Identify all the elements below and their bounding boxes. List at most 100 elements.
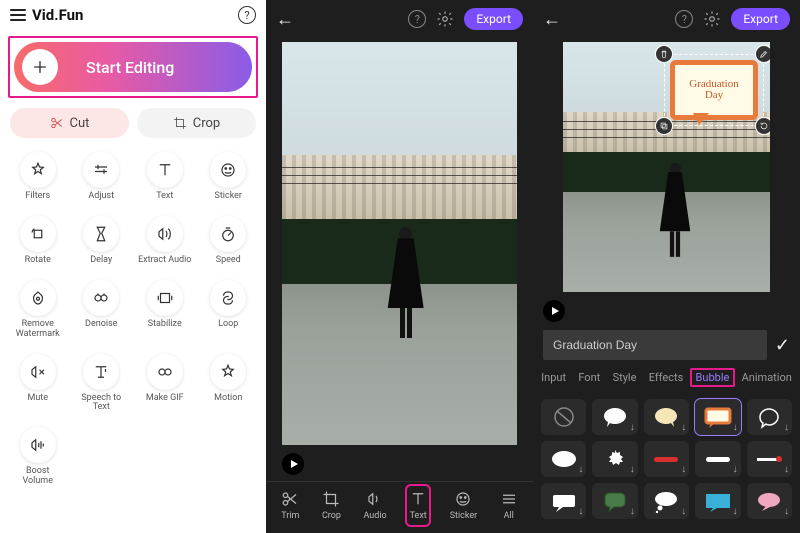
help-icon[interactable]: ?: [408, 10, 426, 28]
stabilize-icon: [147, 280, 183, 316]
back-icon[interactable]: ←: [276, 9, 294, 30]
tab-animation[interactable]: Animation: [736, 368, 798, 387]
gear-icon[interactable]: [703, 10, 721, 28]
start-editing-button[interactable]: Start Editing: [14, 42, 252, 92]
tool-text[interactable]: Text: [133, 148, 197, 206]
bubble-option-12[interactable]: ↓: [644, 483, 689, 519]
tab-style[interactable]: Style: [607, 368, 643, 387]
bubble-option-3[interactable]: ↓: [695, 399, 740, 435]
tool-stabilize[interactable]: Stabilize: [133, 276, 197, 344]
tool-make-gif[interactable]: Make GIF: [133, 350, 197, 418]
download-icon: ↓: [733, 422, 738, 433]
download-icon: ↓: [681, 506, 686, 517]
tool-denoise[interactable]: Denoise: [70, 276, 134, 344]
gear-icon[interactable]: [436, 10, 454, 28]
bubble-option-2[interactable]: ↓: [644, 399, 689, 435]
sticker-icon: [210, 152, 246, 188]
bubble-option-7[interactable]: ↓: [644, 441, 689, 477]
copy-handle[interactable]: [655, 117, 673, 135]
editbar-all[interactable]: All: [498, 486, 520, 525]
edit-handle[interactable]: [755, 45, 770, 63]
tool-mute[interactable]: Mute: [6, 350, 70, 418]
sticker-icon: [454, 490, 472, 508]
crop-icon: [173, 116, 187, 130]
crop-icon: [322, 490, 340, 508]
bubble-option-0[interactable]: [541, 399, 586, 435]
home-panel: Vid.Fun ? Start Editing Cut Crop Filters…: [0, 0, 266, 533]
tool-label: Extract Audio: [138, 256, 191, 266]
home-header: Vid.Fun ?: [0, 0, 266, 30]
tool-extract-audio[interactable]: Extract Audio: [133, 212, 197, 270]
bubble-option-6[interactable]: ↓: [592, 441, 637, 477]
export-button[interactable]: Export: [731, 8, 790, 30]
textpanel-topbar: ← ? Export: [533, 0, 800, 38]
download-icon: ↓: [630, 464, 635, 475]
scissors-icon: [50, 116, 64, 130]
bubble-option-13[interactable]: ↓: [695, 483, 740, 519]
back-icon[interactable]: ←: [543, 9, 561, 30]
tab-effects[interactable]: Effects: [643, 368, 690, 387]
resize-handle[interactable]: [755, 117, 770, 135]
tab-font[interactable]: Font: [572, 368, 606, 387]
play-icon: [291, 460, 298, 468]
video-preview[interactable]: [282, 42, 517, 445]
play-controls: [266, 449, 533, 481]
editbar-trim[interactable]: Trim: [279, 486, 301, 525]
tool-label: Stabilize: [148, 320, 182, 330]
editbar-sticker[interactable]: Sticker: [448, 486, 479, 525]
tab-input[interactable]: Input: [535, 368, 572, 387]
start-editing-highlight: Start Editing: [8, 36, 258, 98]
tool-label: Mute: [27, 394, 48, 404]
editbar-audio[interactable]: Audio: [361, 486, 388, 525]
help-icon[interactable]: ?: [238, 6, 256, 24]
video-preview-with-overlay[interactable]: Graduation Day: [563, 42, 770, 292]
tool-rotate[interactable]: Rotate: [6, 212, 70, 270]
tool-sticker[interactable]: Sticker: [197, 148, 261, 206]
text-icon: [147, 152, 183, 188]
tool-filters[interactable]: Filters: [6, 148, 70, 206]
mute-icon: [20, 354, 56, 390]
help-icon[interactable]: ?: [675, 10, 693, 28]
tool-grid: FiltersAdjust Text Sticker RotateDelay Extra…: [0, 148, 266, 533]
tool-adjust[interactable]: Adjust: [70, 148, 134, 206]
menu-icon[interactable]: [10, 9, 26, 21]
play-button[interactable]: [543, 300, 565, 322]
tool-speech-to-text[interactable]: Speech to Text: [70, 350, 134, 418]
delete-handle[interactable]: [655, 45, 673, 63]
download-icon: ↓: [681, 422, 686, 433]
bubble-option-14[interactable]: ↓: [747, 483, 792, 519]
tool-loop[interactable]: Loop: [197, 276, 261, 344]
tool-delay[interactable]: Delay: [70, 212, 134, 270]
confirm-icon[interactable]: ✓: [775, 335, 790, 356]
tool-label: Text: [156, 192, 173, 202]
editbar-crop[interactable]: Crop: [320, 486, 343, 525]
text-tabs: InputFontStyleEffectsBubbleAnimation: [533, 364, 800, 393]
download-icon: ↓: [681, 464, 686, 475]
tool-remove-watermark[interactable]: Remove Watermark: [6, 276, 70, 344]
bubble-option-10[interactable]: ↓: [541, 483, 586, 519]
tool-boost-volume[interactable]: Boost Volume: [6, 423, 70, 491]
export-button[interactable]: Export: [464, 8, 523, 30]
bubble-option-4[interactable]: ↓: [747, 399, 792, 435]
tab-bubble[interactable]: Bubble: [690, 368, 736, 387]
bubble-option-1[interactable]: ↓: [592, 399, 637, 435]
filters-icon: [20, 152, 56, 188]
text-overlay-selection[interactable]: Graduation Day: [664, 54, 764, 126]
audio-icon: [366, 490, 384, 508]
tool-label: Loop: [218, 320, 238, 330]
bubble-option-11[interactable]: ↓: [592, 483, 637, 519]
play-button[interactable]: [282, 453, 304, 475]
bubble-option-5[interactable]: ↓: [541, 441, 586, 477]
text-input[interactable]: [543, 330, 767, 360]
tool-speed[interactable]: Speed: [197, 212, 261, 270]
crop-button[interactable]: Crop: [137, 108, 256, 138]
bubble-option-8[interactable]: ↓: [695, 441, 740, 477]
loop-icon: [210, 280, 246, 316]
tool-label: Denoise: [85, 320, 117, 330]
cut-button[interactable]: Cut: [10, 108, 129, 138]
tool-motion[interactable]: Motion: [197, 350, 261, 418]
tool-label: Speech to Text: [73, 394, 129, 414]
tool-label: Motion: [214, 394, 242, 404]
bubble-option-9[interactable]: ↓: [747, 441, 792, 477]
editbar-text[interactable]: Text: [407, 486, 429, 525]
